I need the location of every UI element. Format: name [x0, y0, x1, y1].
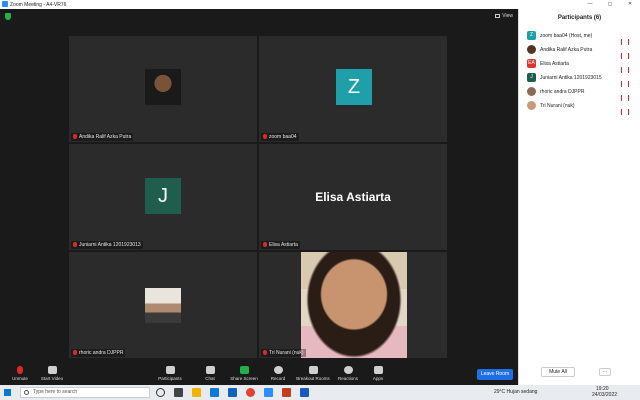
participants-panel-title: Participants (6) — [557, 15, 602, 21]
video-tile-zoom-baa04[interactable]: Z zoom baa04 — [259, 36, 447, 142]
muted-status-icons — [621, 46, 635, 59]
participant-row[interactable]: J Juniarni Antika 1201923015 — [527, 71, 639, 87]
meeting-area: View Andika Ralif Azka Putra Z zoom baa0… — [0, 9, 518, 385]
record-icon — [273, 366, 283, 374]
tile-name: Tri Nurani (nuk) — [261, 349, 306, 357]
video-tile-rhoric[interactable]: rhoric andra DJPPR — [69, 252, 257, 358]
start-video-button[interactable]: Start Video — [32, 366, 72, 381]
avatar: Z — [527, 31, 536, 40]
participant-name: zoom baa04 (Host, me) — [540, 32, 593, 39]
tile-name: Elisa Astiarta — [261, 241, 300, 249]
windows-start-icon[interactable] — [4, 389, 11, 396]
avatar: Z — [336, 69, 372, 105]
edge-icon[interactable] — [210, 388, 219, 397]
participant-row[interactable]: EA Elisa Astiarta — [527, 57, 639, 73]
leave-room-button[interactable]: Leave Room — [477, 369, 513, 380]
record-button[interactable]: Record — [258, 366, 298, 381]
participants-panel: Participants (6) Z zoom baa04 (Host, me)… — [518, 9, 640, 385]
mic-muted-icon — [621, 109, 626, 115]
mic-muted-icon — [263, 242, 267, 248]
more-options-button[interactable]: ... — [599, 368, 611, 376]
tile-name: Juniarni Antika 1201923013 — [71, 241, 143, 249]
word-icon[interactable] — [300, 388, 309, 397]
participant-row[interactable]: Tri Nurani (nuk) — [527, 99, 639, 115]
chat-icon — [205, 366, 215, 374]
video-tile-tri-nurani[interactable]: Tri Nurani (nuk) — [259, 252, 447, 358]
muted-status-icons — [621, 74, 635, 87]
weather-widget[interactable]: 29°C Hujan sedang — [494, 389, 537, 395]
mic-muted-icon — [73, 242, 77, 248]
participant-name: Tri Nurani (nuk) — [540, 102, 575, 109]
participant-row[interactable]: Andika Ralif Azka Putra — [527, 43, 639, 59]
windows-taskbar: Type here to search 29°C Hujan sedang 19… — [0, 385, 640, 400]
avatar: J — [527, 73, 536, 82]
microphone-muted-icon — [17, 366, 23, 374]
video-tile-elisa[interactable]: Elisa Astiarta Elisa Astiarta — [259, 144, 447, 250]
avatar: J — [145, 178, 181, 214]
muted-status-icons — [621, 60, 635, 73]
close-button[interactable]: ✕ — [620, 0, 640, 9]
muted-status-icons — [621, 102, 635, 115]
mic-muted-icon — [73, 134, 77, 140]
participant-row[interactable]: Z zoom baa04 (Host, me) — [527, 29, 639, 45]
file-explorer-icon[interactable] — [192, 388, 201, 397]
participant-name: rhoric andra DJPPR — [540, 88, 585, 95]
task-view-icon[interactable] — [174, 388, 183, 397]
participant-video — [301, 252, 407, 358]
mute-all-button[interactable]: Mute All — [541, 367, 575, 377]
participant-display-name: Elisa Astiarta — [315, 190, 391, 204]
participant-name: Elisa Astiarta — [540, 60, 569, 67]
security-shield-icon[interactable] — [5, 13, 11, 20]
minimize-button[interactable]: — — [580, 0, 600, 9]
share-screen-icon — [239, 366, 249, 374]
video-tile-andika[interactable]: Andika Ralif Azka Putra — [69, 36, 257, 142]
tile-name: Andika Ralif Azka Putra — [71, 133, 134, 141]
breakout-rooms-button[interactable]: Breakout Rooms — [293, 366, 333, 381]
view-button[interactable]: View — [495, 13, 513, 19]
participant-row[interactable]: rhoric andra DJPPR — [527, 85, 639, 101]
participants-list: Z zoom baa04 (Host, me) Andika Ralif Azk… — [527, 29, 639, 115]
chrome-icon[interactable] — [246, 388, 255, 397]
tile-name: rhoric andra DJPPR — [71, 349, 126, 357]
window-title: Zoom Meeting - A4-VR76 — [10, 1, 67, 8]
muted-status-icons — [621, 32, 635, 45]
breakout-rooms-icon — [308, 366, 318, 374]
participant-name: Andika Ralif Azka Putra — [540, 46, 593, 53]
apps-button[interactable]: Apps — [358, 366, 398, 381]
participant-photo — [145, 69, 181, 105]
video-tile-juniarni[interactable]: J Juniarni Antika 1201923013 — [69, 144, 257, 250]
search-icon — [24, 390, 29, 395]
reactions-icon — [343, 366, 353, 374]
muted-status-icons — [621, 88, 635, 101]
grid-icon — [495, 13, 501, 18]
meeting-toolbar: Unmute Start Video Participants Chat Sha… — [0, 364, 518, 385]
maximize-button[interactable]: ◻ — [600, 0, 620, 9]
participants-icon — [165, 366, 175, 374]
window-titlebar: Zoom Meeting - A4-VR76 — ◻ ✕ — [0, 0, 640, 9]
avatar — [527, 87, 536, 96]
participants-button[interactable]: Participants — [150, 366, 190, 381]
camera-off-icon — [628, 109, 633, 115]
camera-off-icon — [47, 366, 57, 374]
clock-date[interactable]: 24/03/2022 — [592, 392, 617, 398]
mic-muted-icon — [263, 350, 267, 356]
cortana-icon[interactable] — [156, 388, 165, 397]
tile-name: zoom baa04 — [261, 133, 299, 141]
taskbar-search-box[interactable]: Type here to search — [20, 387, 150, 398]
apps-icon — [373, 366, 383, 374]
mic-muted-icon — [73, 350, 77, 356]
participant-name: Juniarni Antika 1201923015 — [540, 74, 602, 81]
avatar: EA — [527, 59, 536, 68]
avatar — [527, 45, 536, 54]
mic-muted-icon — [263, 134, 267, 140]
zoom-taskbar-icon[interactable] — [264, 388, 273, 397]
powerpoint-icon[interactable] — [282, 388, 291, 397]
participant-photo — [145, 288, 181, 323]
mail-icon[interactable] — [228, 388, 237, 397]
zoom-app-icon — [2, 1, 8, 7]
view-label: View — [502, 13, 513, 19]
avatar — [527, 101, 536, 110]
